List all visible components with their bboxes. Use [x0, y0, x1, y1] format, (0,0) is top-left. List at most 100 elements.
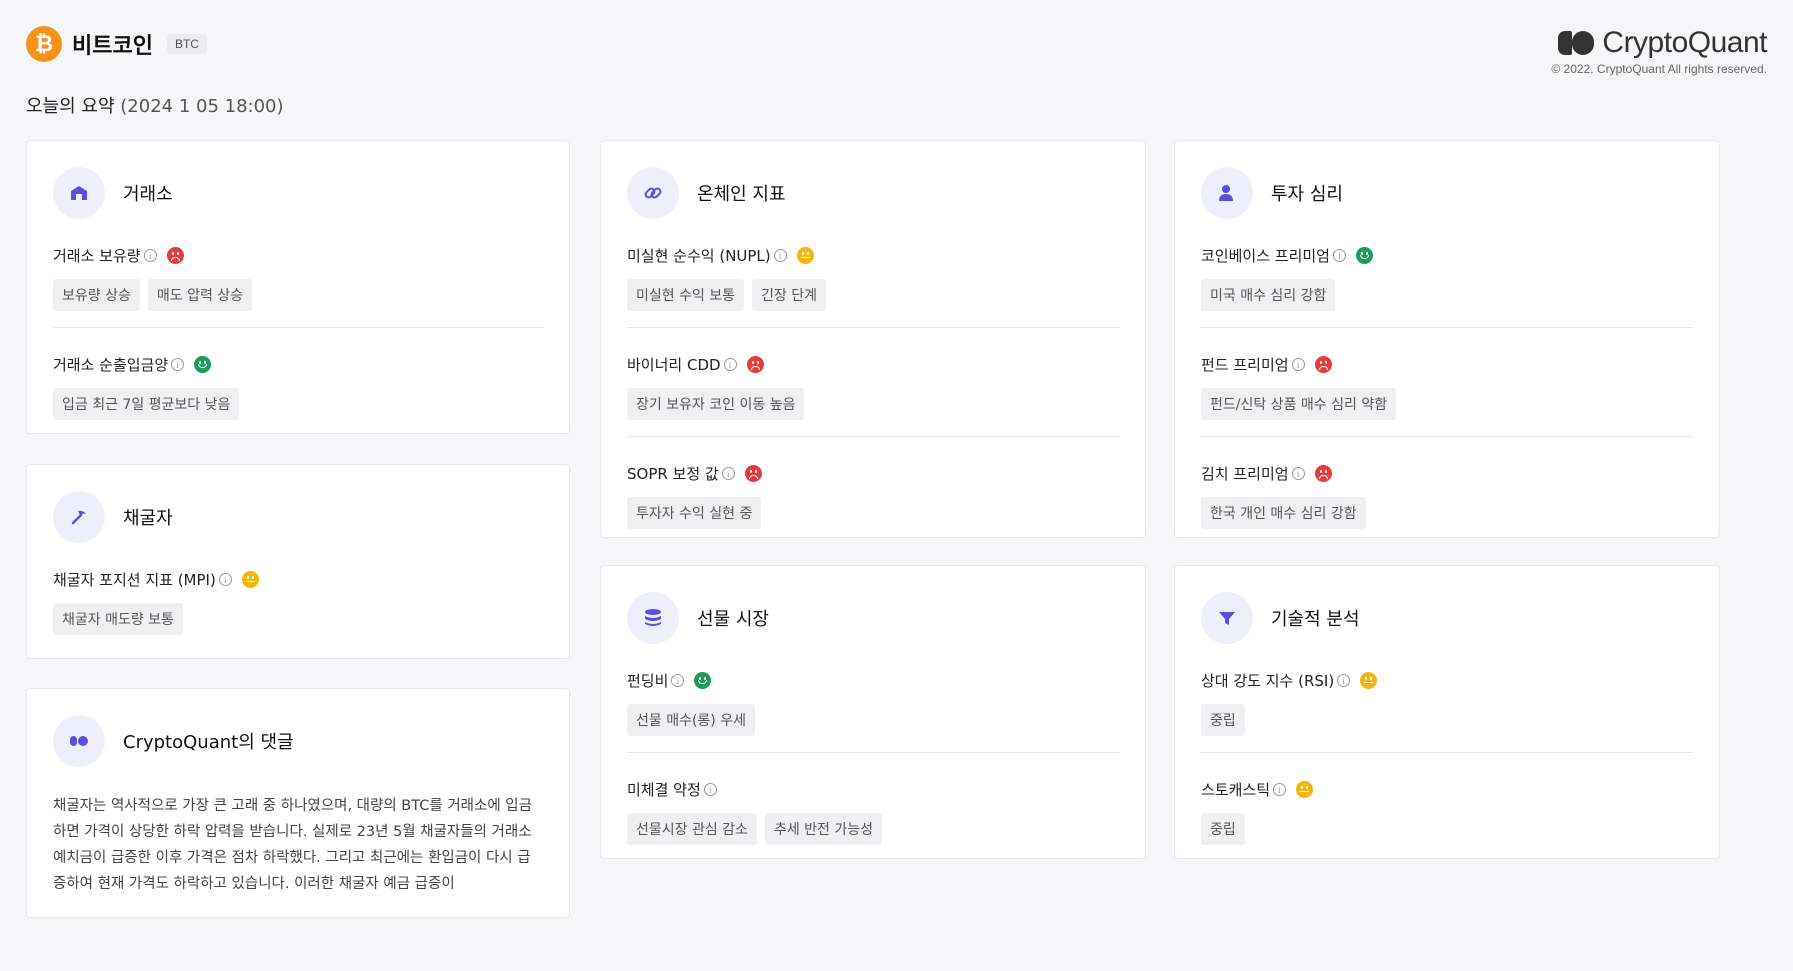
metric-name: SOPR 보정 값 — [627, 465, 719, 483]
tag-list: 중립 — [1201, 813, 1693, 845]
card-title: 투자 심리 — [1271, 184, 1343, 205]
metric-name-row: 김치 프리미엄 i — [1201, 463, 1693, 484]
tag-list: 선물시장 관심 감소 추세 반전 가능성 — [627, 813, 1119, 845]
info-icon[interactable]: i — [671, 674, 685, 687]
positive-face-icon — [194, 356, 212, 373]
metric-item: 거래소 순출입금양 i 입금 최근 7일 평균보다 낮음 — [53, 327, 543, 433]
info-icon[interactable]: i — [1273, 783, 1287, 796]
metric-name-row: 거래소 순출입금양 i — [53, 354, 543, 375]
metric-item: 미체결 약정 i 선물시장 관심 감소 추세 반전 가능성 — [627, 752, 1119, 858]
metric-name-row: 미체결 약정 i — [627, 779, 1119, 800]
coin-name: 비트코인 — [72, 34, 153, 59]
info-icon[interactable]: i — [218, 573, 232, 586]
card-title: 거래소 — [123, 184, 173, 205]
quote-icon — [53, 715, 105, 767]
metric-item: SOPR 보정 값 i 투자자 수익 실현 중 — [627, 436, 1119, 537]
card-futures: 선물 시장 펀딩비 i 선물 매수(롱) 우세 미체결 약정 i 선물시장 관심 감소 추세… — [600, 565, 1146, 859]
negative-face-icon — [1314, 356, 1332, 373]
pickaxe-icon — [53, 491, 105, 543]
info-icon[interactable]: i — [1291, 358, 1305, 371]
metric-item: 김치 프리미엄 i 한국 개인 매수 심리 강함 — [1201, 436, 1693, 537]
metric-name: 거래소 순출입금양 — [53, 356, 169, 374]
info-icon[interactable]: i — [703, 783, 717, 796]
metric-item: 거래소 보유량 i 보유량 상승 매도 압력 상승 — [53, 245, 543, 327]
building-icon — [53, 167, 105, 219]
metric-name-row: 채굴자 포지션 지표 (MPI) i — [53, 569, 543, 590]
metric-item: 코인베이스 프리미엄 i 미국 매수 심리 강함 — [1201, 245, 1693, 327]
card-title: CryptoQuant의 댓글 — [123, 732, 294, 753]
info-icon[interactable]: i — [773, 249, 787, 262]
info-icon[interactable]: i — [143, 249, 157, 262]
user-icon — [1201, 167, 1253, 219]
tag-list: 투자자 수익 실현 중 — [627, 497, 1119, 529]
metric-name: 스토캐스틱 — [1201, 781, 1271, 799]
metric-name: 미실현 순수익 (NUPL) — [627, 247, 771, 265]
metric-name-row: 펀드 프리미엄 i — [1201, 354, 1693, 375]
card-title: 채굴자 — [123, 508, 173, 529]
tag-list: 선물 매수(롱) 우세 — [627, 704, 1119, 736]
tag-list: 장기 보유자 코인 이동 높음 — [627, 388, 1119, 420]
tag-list: 보유량 상승 매도 압력 상승 — [53, 279, 543, 311]
metric-name-row: 코인베이스 프리미엄 i — [1201, 245, 1693, 266]
tag: 선물 매수(롱) 우세 — [627, 704, 755, 736]
tag: 보유량 상승 — [53, 279, 140, 311]
tag: 입금 최근 7일 평균보다 낮음 — [53, 388, 240, 420]
metric-name: 펀딩비 — [627, 672, 669, 690]
metric-item: 펀딩비 i 선물 매수(롱) 우세 — [627, 670, 1119, 752]
metric-name-row: 펀딩비 i — [627, 670, 1119, 691]
negative-face-icon — [746, 356, 764, 373]
metric-name: 김치 프리미엄 — [1201, 465, 1289, 483]
metric-item: 채굴자 포지션 지표 (MPI) i 채굴자 매도량 보통 — [53, 569, 543, 651]
metric-name: 바이너리 CDD — [627, 356, 721, 374]
metric-name: 펀드 프리미엄 — [1201, 356, 1289, 374]
info-icon[interactable]: i — [171, 358, 185, 371]
neutral-face-icon — [796, 247, 814, 264]
tag-list: 펀드/신탁 상품 매수 심리 약함 — [1201, 388, 1693, 420]
cryptoquant-logo-icon — [1558, 29, 1596, 57]
metric-name: 채굴자 포지션 지표 (MPI) — [53, 571, 216, 589]
funnel-icon — [1201, 592, 1253, 644]
brand-name: CryptoQuant — [1602, 26, 1767, 59]
card-technical: 기술적 분석 상대 강도 지수 (RSI) i 중립 스토캐스틱 i 중립 — [1174, 565, 1720, 859]
metric-name-row: 스토캐스틱 i — [1201, 779, 1693, 800]
tag-list: 미실현 수익 보통 긴장 단계 — [627, 279, 1119, 311]
metric-name-row: 바이너리 CDD i — [627, 354, 1119, 375]
metric-item: 미실현 순수익 (NUPL) i 미실현 수익 보통 긴장 단계 — [627, 245, 1119, 327]
tag-list: 미국 매수 심리 강함 — [1201, 279, 1693, 311]
metric-name-row: 미실현 순수익 (NUPL) i — [627, 245, 1119, 266]
tag: 긴장 단계 — [752, 279, 827, 311]
summary-title: 오늘의 요약 (2024 1 05 18:00) — [26, 92, 284, 118]
info-icon[interactable]: i — [721, 467, 735, 480]
metric-item: 스토캐스틱 i 중립 — [1201, 752, 1693, 858]
page-header: ₿ 비트코인 BTC CryptoQuant © 2022. CryptoQua… — [26, 26, 1767, 76]
info-icon[interactable]: i — [723, 358, 737, 371]
neutral-face-icon — [1296, 781, 1314, 798]
metric-name-row: SOPR 보정 값i — [627, 463, 1119, 484]
negative-face-icon — [1314, 465, 1332, 482]
card-onchain: 온체인 지표 미실현 순수익 (NUPL) i 미실현 수익 보통 긴장 단계 바이너리… — [600, 140, 1146, 538]
brand: CryptoQuant © 2022. CryptoQuant All righ… — [1551, 26, 1767, 76]
metric-name: 상대 강도 지수 (RSI) — [1201, 672, 1335, 690]
negative-face-icon — [744, 465, 762, 482]
tag: 추세 반전 가능성 — [764, 813, 883, 845]
positive-face-icon — [1355, 247, 1373, 264]
card-title: 선물 시장 — [697, 609, 769, 630]
tag: 장기 보유자 코인 이동 높음 — [627, 388, 805, 420]
positive-face-icon — [694, 672, 712, 689]
copyright: © 2022. CryptoQuant All rights reserved. — [1551, 62, 1767, 76]
metric-name-row: 거래소 보유량 i — [53, 245, 543, 266]
info-icon[interactable]: i — [1291, 467, 1305, 480]
tag: 채굴자 매도량 보통 — [53, 603, 183, 635]
metric-name-row: 상대 강도 지수 (RSI) i — [1201, 670, 1693, 691]
comment-text: 채굴자는 역사적으로 가장 큰 고래 중 하나였으며, 대량의 BTC를 거래소… — [53, 798, 532, 892]
tag-list: 채굴자 매도량 보통 — [53, 603, 543, 635]
coin-heading: ₿ 비트코인 BTC — [26, 26, 1767, 62]
summary-label: 오늘의 요약 — [26, 96, 115, 117]
card-title: 온체인 지표 — [697, 184, 786, 205]
metric-item: 바이너리 CDD i 장기 보유자 코인 이동 높음 — [627, 327, 1119, 436]
info-icon[interactable]: i — [1337, 674, 1351, 687]
tag-list: 중립 — [1201, 704, 1693, 736]
info-icon[interactable]: i — [1332, 249, 1346, 262]
tag: 투자자 수익 실현 중 — [627, 497, 762, 529]
database-icon — [627, 592, 679, 644]
